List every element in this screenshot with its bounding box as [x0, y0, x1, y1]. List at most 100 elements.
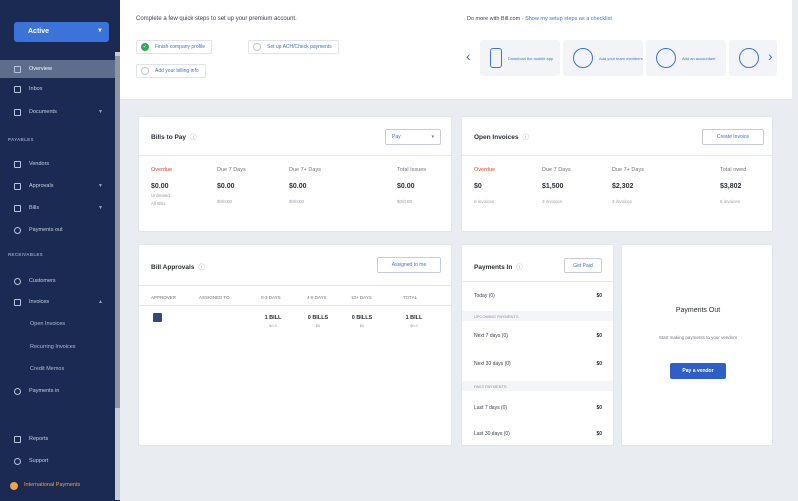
sidebar-item-inbox[interactable]: Inbox: [0, 80, 115, 98]
payments-out-title: Payments Out: [675, 307, 721, 314]
step-finish-company-profile[interactable]: ✓ Finish company profile: [136, 40, 213, 54]
add-user-icon: [573, 48, 593, 68]
documents-icon: [14, 108, 21, 116]
step-add-billing-info[interactable]: Add your billing info: [136, 64, 206, 78]
inbox-icon: [14, 85, 21, 93]
payments-in-card: Payments In ⓘ Get Paid Today (0) $0 UPCOMI…: [461, 244, 614, 446]
setup-strip: Complete a few quick steps to set up you…: [120, 0, 792, 100]
globe-icon: [10, 482, 18, 490]
tile-accountant[interactable]: Add an accountant: [646, 40, 726, 76]
open-invoices-title: Open Invoices ⓘ: [474, 134, 529, 141]
cell-0-3-days[interactable]: 1 BILL $0.0: [257, 315, 289, 328]
check-done-icon: ✓: [141, 43, 149, 51]
phone-icon: [490, 48, 502, 68]
account-switcher-button[interactable]: Active ▼: [14, 22, 109, 42]
stat-overdue[interactable]: Overdue $0.00 Unlimited All Bills: [151, 167, 172, 206]
do-more-title: Do more with Bill.com · Show my setup st…: [467, 16, 612, 22]
chevron-down-icon: ▼: [98, 109, 103, 115]
sidebar-item-invoices[interactable]: Invoices ▲: [0, 293, 115, 311]
support-icon: [14, 457, 21, 465]
quick-steps-title: Complete a few quick steps to set up you…: [136, 16, 297, 22]
sidebar-item-vendors[interactable]: Vendors: [0, 155, 115, 173]
payments-today-row[interactable]: Today (0) $0: [474, 293, 602, 299]
sidebar-item-customers[interactable]: Customers: [0, 272, 115, 290]
stat-due-7-days[interactable]: Due 7 Days $0.00 $0/0.00: [217, 167, 246, 204]
cell-10-plus-days[interactable]: 0 BILLS $0: [345, 315, 379, 328]
bill-approvals-card: Bill Approvals ⓘ Assigned to me APPROVER …: [138, 244, 452, 446]
sidebar-item-international-payments[interactable]: International Payments: [0, 478, 115, 501]
sidebar-item-support[interactable]: Support: [0, 452, 115, 470]
sidebar-item-credit-memos[interactable]: Credit Memos: [0, 360, 115, 378]
col-approver: APPROVER: [151, 295, 177, 300]
pay-a-vendor-button[interactable]: Pay a vendor: [670, 363, 726, 379]
divider: [462, 281, 613, 282]
sidebar-item-payments-in[interactable]: Payments in: [0, 382, 115, 400]
col-10-plus-days: 10+ DAYS: [351, 295, 372, 300]
sidebar-item-overview[interactable]: Overview: [0, 60, 115, 78]
col-4-6-days: 4-6 DAYS: [307, 295, 327, 300]
payments-out-subtitle: Start making payments to your vendors: [658, 335, 738, 340]
stat-due-7-days[interactable]: Due 7 Days $1,500 2 invoices: [542, 167, 571, 204]
sidebar-item-approvals[interactable]: Approvals ▼: [0, 177, 115, 195]
customers-icon: [14, 277, 21, 285]
section-label-payables: PAYABLES: [8, 137, 34, 142]
checklist-link[interactable]: Show my setup steps as a checklist: [525, 16, 612, 22]
overview-icon: [14, 65, 21, 73]
get-paid-button[interactable]: Get Paid: [564, 258, 602, 273]
stat-due-7-plus-days[interactable]: Due 7+ Days $0.00 $0/0.00: [289, 167, 321, 204]
sidebar-item-recurring-invoices[interactable]: Recurring Invoices: [0, 338, 115, 356]
divider: [139, 155, 451, 156]
sidebar-item-bills[interactable]: Bills ▼: [0, 199, 115, 217]
sidebar-item-documents[interactable]: Documents ▼: [0, 103, 115, 121]
step-setup-payments[interactable]: Set up ACH/Check payments: [248, 40, 339, 54]
col-0-3-days: 0-3 DAYS: [261, 295, 281, 300]
section-upcoming-payments: UPCOMING PAYMENTS: [462, 311, 613, 321]
cell-4-6-days[interactable]: 0 BILLS $0: [301, 315, 335, 328]
divider: [462, 155, 772, 156]
cell-total[interactable]: 1 BILL $0.0: [399, 315, 429, 328]
checkbox-icon: [253, 43, 261, 51]
divider: [139, 285, 451, 286]
pay-dropdown[interactable]: Pay ▾: [385, 129, 441, 145]
create-invoice-button[interactable]: Create Invoice: [702, 129, 764, 145]
chevron-down-icon: ▾: [431, 134, 434, 140]
col-total: TOTAL: [403, 295, 418, 300]
tile-mobile-app[interactable]: Download the mobile app: [480, 40, 560, 76]
sidebar-item-payments-out[interactable]: Payments out: [0, 221, 115, 239]
approver-avatar[interactable]: [153, 313, 162, 322]
carousel-next-icon[interactable]: ›: [768, 48, 773, 64]
section-past-payments: PAST PAYMENTS: [462, 381, 613, 391]
divider: [139, 305, 451, 306]
approvals-icon: [14, 182, 21, 190]
sidebar-scrollbar-thumb[interactable]: [115, 56, 120, 408]
tile-team-members[interactable]: Add your team members: [563, 40, 643, 76]
sidebar-item-open-invoices[interactable]: Open Invoices: [0, 315, 115, 333]
payments-out-card: Payments Out Start making payments to yo…: [621, 244, 773, 446]
carousel-prev-icon[interactable]: ‹: [466, 48, 471, 64]
payments-in-title: Payments In ⓘ: [474, 264, 523, 271]
stat-total-issues[interactable]: Total Issues $0.00 $0/0.00: [397, 167, 426, 204]
bills-to-pay-card: Bills to Pay ⓘ Pay ▾ Overdue $0.00 Unlimi…: [138, 116, 452, 232]
assigned-to-me-button[interactable]: Assigned to me: [377, 257, 441, 273]
stat-overdue[interactable]: Overdue $0 0 invoices: [474, 167, 495, 204]
sidebar: Active ▼ Overview Inbox Documents ▼ PAYA…: [0, 0, 120, 501]
payments-in-icon: [14, 387, 21, 395]
payments-last-7-row[interactable]: Last 7 days (0) $0: [474, 405, 602, 411]
sidebar-item-reports[interactable]: Reports: [0, 430, 115, 448]
bill-approvals-title: Bill Approvals ⓘ: [151, 264, 205, 271]
add-accountant-icon: [656, 48, 676, 68]
reports-icon: [14, 435, 21, 443]
open-invoices-card: Open Invoices ⓘ Create Invoice Overdue $0…: [461, 116, 773, 232]
stat-total-owed[interactable]: Total owed $3,802 5 invoices: [720, 167, 746, 204]
payments-out-icon: [14, 226, 21, 234]
add-user-icon: [739, 48, 759, 68]
payments-next-30-row[interactable]: Next 30 days (0) $0: [474, 361, 602, 367]
checkbox-icon: [141, 67, 149, 75]
payments-last-30-row[interactable]: Last 30 days (0) $0: [474, 431, 602, 437]
chevron-down-icon: ▼: [98, 205, 103, 211]
invoices-icon: [14, 298, 21, 306]
payments-next-7-row[interactable]: Next 7 days (0) $0: [474, 333, 602, 339]
account-label: Active: [28, 28, 50, 35]
stat-due-7-plus-days[interactable]: Due 7+ Days $2,302 3 invoices: [612, 167, 644, 204]
chevron-down-icon: ▼: [97, 28, 103, 34]
